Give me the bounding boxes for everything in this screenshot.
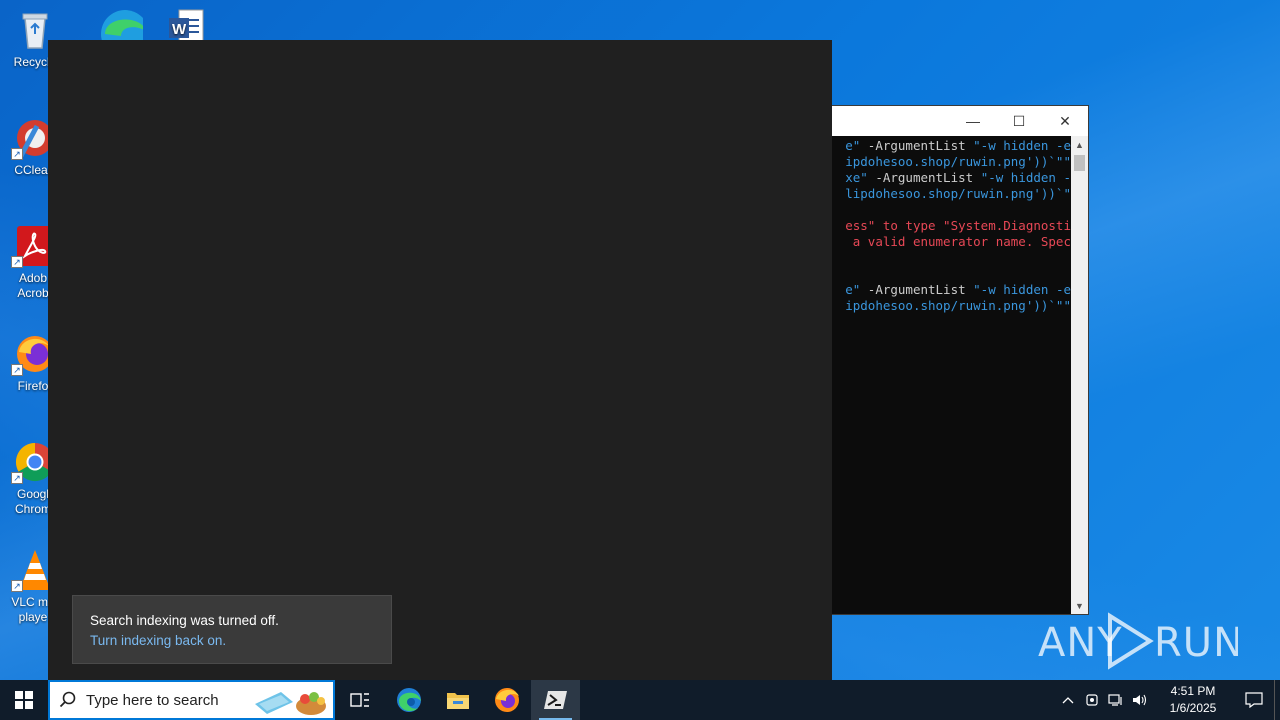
terminal-text-segment: -ArgumentList [860,282,974,297]
shortcut-arrow-icon: ↗ [11,580,23,592]
terminal-text-segment: ipdohesoo.shop/ruwin.png'))`"" [845,154,1071,169]
taskbar-powershell-button[interactable] [531,680,580,720]
indexing-notification: Search indexing was turned off. Turn ind… [72,595,392,664]
show-desktop-button[interactable] [1274,680,1280,720]
volume-button[interactable] [1128,693,1152,707]
terminal-text-segment: xe" [845,170,868,185]
maximize-icon: ☐ [1012,112,1026,129]
start-button[interactable] [0,680,48,720]
search-icon [50,691,86,709]
notification-icon [1245,692,1263,708]
svg-text:W: W [172,21,187,38]
terminal-text-segment: "-w hidden -e [973,282,1071,297]
taskbar-edge-button[interactable] [384,680,433,720]
taskbar: Type here to search 4:51 PM 1/6/2025 [0,680,1280,720]
minimize-icon: — [966,113,980,129]
shortcut-arrow-icon: ↗ [11,148,23,160]
notification-message: Search indexing was turned off. [90,613,279,628]
search-highlight-illustration-icon [251,686,329,716]
edge-icon [396,688,421,712]
scroll-thumb[interactable] [1074,155,1085,171]
windows-logo-icon [15,691,33,709]
tray-app-button[interactable] [1080,693,1104,707]
maximize-button[interactable]: ☐ [996,106,1042,136]
show-hidden-icons-button[interactable] [1056,696,1080,704]
anyrun-logo-icon: ANY RUN [1038,612,1238,670]
system-tray: 4:51 PM 1/6/2025 [1056,680,1280,720]
clock-date: 1/6/2025 [1169,701,1217,715]
terminal-text-segment: "-w hidden - [980,170,1071,185]
turn-indexing-on-link[interactable]: Turn indexing back on. [90,631,374,651]
minimize-button[interactable]: — [950,106,996,136]
action-center-button[interactable] [1234,680,1274,720]
terminal-text-segment: lipdohesoo.shop/ruwin.png'))`" [845,186,1071,201]
firefox-icon [494,688,519,712]
close-button[interactable]: ✕ [1042,106,1088,136]
anyrun-watermark: ANY RUN [1038,608,1238,674]
svg-text:RUN: RUN [1154,620,1238,666]
scroll-up-arrow-icon[interactable]: ▲ [1071,136,1088,153]
file-explorer-icon [446,693,469,709]
search-panel: Search indexing was turned off. Turn ind… [48,40,832,680]
clock-time: 4:51 PM [1170,684,1216,698]
shortcut-arrow-icon: ↗ [11,256,23,268]
terminal-text-segment: ipdohesoo.shop/ruwin.png'))`"" [845,298,1071,313]
terminal-text-segment: e" [845,282,861,297]
taskbar-firefox-button[interactable] [482,680,531,720]
terminal-text-segment: ess" to type "System.Diagnosti [845,218,1071,233]
terminal-text-segment: -ArgumentList [860,138,974,153]
task-view-icon [349,693,369,707]
shortcut-arrow-icon: ↗ [11,364,23,376]
chevron-up-icon [1062,697,1074,704]
task-view-button[interactable] [335,680,384,720]
network-button[interactable] [1104,693,1128,707]
terminal-text-segment: e" [845,138,861,153]
speaker-icon [1133,694,1147,706]
tray-app-icon [1086,694,1098,706]
terminal-text-segment: a valid enumerator name. Spec [845,234,1071,249]
powershell-icon [543,691,567,709]
terminal-text-segment: "-w hidden -e [973,138,1071,153]
search-placeholder: Type here to search [86,691,219,709]
taskbar-file-explorer-button[interactable] [433,680,482,720]
taskbar-clock[interactable]: 4:51 PM 1/6/2025 [1158,683,1228,717]
taskbar-search-box[interactable]: Type here to search [48,680,335,720]
shortcut-arrow-icon: ↗ [11,472,23,484]
scrollbar[interactable]: ▲ ▼ [1071,136,1088,614]
terminal-text-segment: -ArgumentList [867,170,981,185]
network-icon [1108,694,1122,706]
close-icon: ✕ [1059,112,1071,129]
